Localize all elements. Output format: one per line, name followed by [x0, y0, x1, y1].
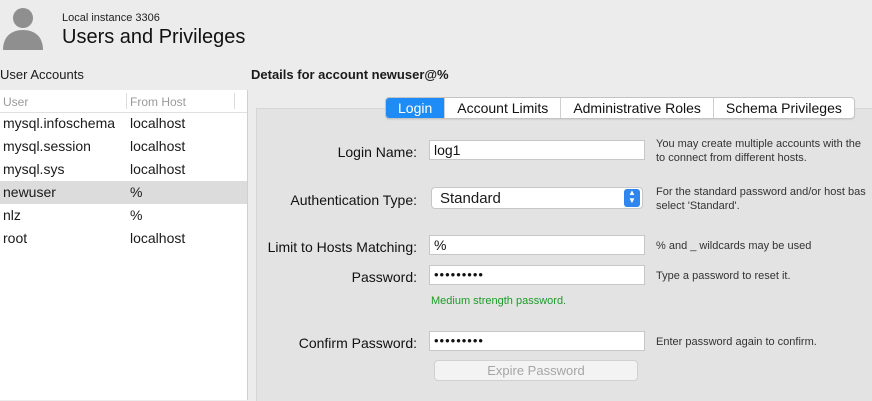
table-header: User From Host — [0, 90, 247, 113]
cell-user: newuser — [3, 184, 56, 200]
tab-account-limits[interactable]: Account Limits — [444, 98, 560, 118]
page-title: Users and Privileges — [62, 26, 246, 48]
cell-host: localhost — [130, 138, 186, 154]
table-row[interactable]: mysql.sys localhost — [0, 158, 247, 181]
cell-user: root — [3, 230, 28, 246]
confirm-password-label: Confirm Password: — [298, 335, 417, 351]
tab-login[interactable]: Login — [386, 98, 445, 118]
password-input[interactable]: ••••••••• — [429, 265, 645, 285]
auth-type-help: For the standard password and/or host ba… — [656, 186, 866, 212]
tab-schema-privileges[interactable]: Schema Privileges — [712, 98, 854, 118]
password-label: Password: — [351, 269, 417, 285]
login-name-input[interactable]: log1 — [429, 140, 645, 160]
cell-user: mysql.session — [3, 138, 91, 154]
details-title: Details for account newuser@% — [251, 67, 449, 82]
cell-host: localhost — [130, 161, 186, 177]
column-header-from-host[interactable]: From Host — [130, 95, 186, 109]
auth-type-label: Authentication Type: — [290, 192, 417, 208]
tab-bar: Login Account Limits Administrative Role… — [385, 97, 855, 119]
login-name-label: Login Name: — [337, 144, 417, 160]
instance-label: Local instance 3306 — [62, 12, 160, 24]
hosts-matching-label: Limit to Hosts Matching: — [267, 239, 417, 255]
cell-user: nlz — [3, 207, 21, 223]
column-header-user[interactable]: User — [3, 95, 28, 109]
login-name-help: You may create multiple accounts with th… — [656, 138, 862, 164]
hosts-matching-input[interactable]: % — [429, 235, 645, 255]
cell-user: mysql.sys — [3, 161, 65, 177]
confirm-password-input[interactable]: ••••••••• — [429, 331, 645, 351]
password-strength: Medium strength password. — [431, 295, 567, 307]
cell-user: mysql.infoschema — [3, 115, 116, 131]
chevron-up-down-icon: ▲ ▼ — [624, 189, 640, 207]
cell-host: localhost — [130, 115, 186, 131]
confirm-password-help: Enter password again to confirm. — [656, 336, 817, 348]
table-row[interactable]: mysql.infoschema localhost — [0, 112, 247, 135]
user-silhouette-icon — [3, 8, 43, 50]
cell-host: % — [130, 184, 143, 200]
hosts-matching-help: % and _ wildcards may be used — [656, 240, 812, 252]
tab-administrative-roles[interactable]: Administrative Roles — [560, 98, 713, 118]
expire-password-button[interactable]: Expire Password — [434, 360, 638, 381]
cell-host: % — [130, 207, 143, 223]
column-divider[interactable] — [234, 93, 235, 109]
cell-host: localhost — [130, 230, 186, 246]
auth-type-select[interactable]: Standard ▲ ▼ — [431, 187, 643, 209]
user-accounts-label: User Accounts — [0, 67, 84, 82]
password-help: Type a password to reset it. — [656, 270, 791, 282]
column-divider[interactable] — [126, 93, 127, 109]
auth-type-value: Standard — [440, 190, 501, 207]
